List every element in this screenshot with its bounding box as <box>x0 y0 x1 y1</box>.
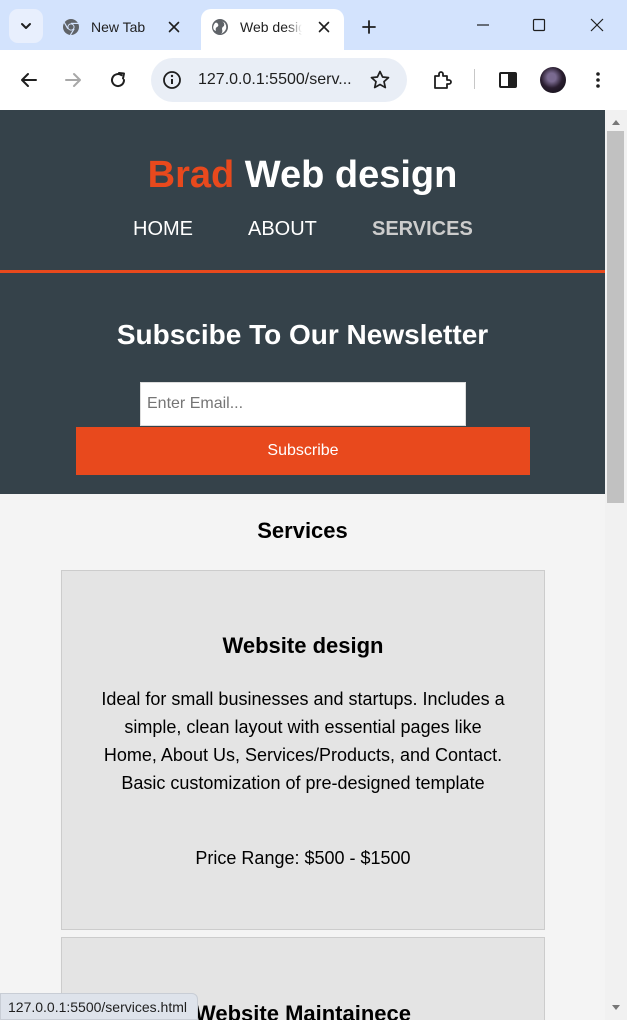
newsletter-section: Subscibe To Our Newsletter Subscribe <box>0 273 605 494</box>
close-window-button[interactable] <box>574 8 620 42</box>
globe-icon <box>212 19 228 35</box>
brand-text: Web design <box>234 154 458 196</box>
status-url-bubble: 127.0.0.1:5500/services.html <box>0 993 198 1020</box>
new-tab-button[interactable] <box>356 14 382 40</box>
arrow-right-icon <box>65 73 81 87</box>
nav-services-link[interactable]: SERVICES <box>372 218 473 241</box>
triangle-up-icon <box>612 120 620 125</box>
bookmark-star-icon[interactable] <box>369 69 391 91</box>
browser-toolbar: 127.0.0.1:5500/serv... <box>0 50 627 110</box>
service-price: Price Range: $500 - $1500 <box>195 848 411 868</box>
triangle-down-icon <box>612 1005 620 1010</box>
chevron-down-icon <box>21 23 31 29</box>
maximize-button[interactable] <box>516 8 562 42</box>
site-info-icon[interactable] <box>161 69 183 91</box>
main-nav: HOME ABOUT SERVICES <box>0 218 605 242</box>
scroll-up-button[interactable] <box>605 114 627 130</box>
site-header: Brad Web design HOME ABOUT SERVICES <box>0 110 605 273</box>
subscribe-button[interactable]: Subscribe <box>76 427 530 475</box>
address-bar[interactable]: 127.0.0.1:5500/serv... <box>151 58 407 102</box>
service-card: Website design Ideal for small businesse… <box>61 570 545 930</box>
chrome-icon <box>63 19 79 36</box>
more-vert-icon <box>596 72 600 88</box>
newsletter-title: Subscibe To Our Newsletter <box>116 319 489 350</box>
close-icon[interactable] <box>166 19 182 35</box>
puzzle-icon <box>434 71 452 89</box>
page-scrollbar[interactable] <box>605 110 627 1020</box>
close-icon <box>590 18 604 32</box>
tab-search-button[interactable] <box>9 9 43 43</box>
scroll-down-button[interactable] <box>605 1000 627 1016</box>
services-heading: Services <box>257 518 348 543</box>
profile-avatar[interactable] <box>540 67 566 93</box>
close-icon[interactable] <box>316 19 332 35</box>
tab-web-design[interactable]: Web design <box>201 9 344 50</box>
service-title: Website design <box>222 633 384 658</box>
back-button[interactable] <box>13 64 45 96</box>
email-input[interactable] <box>140 382 466 426</box>
tab-title: New Tab <box>91 19 146 35</box>
side-panel-button[interactable] <box>492 64 524 96</box>
plus-icon <box>362 20 376 34</box>
reload-icon <box>111 72 126 88</box>
page-viewport: Brad Web design HOME ABOUT SERVICES Subs… <box>0 110 605 1020</box>
brand-highlight: Brad <box>147 154 235 196</box>
tab-new-tab[interactable]: New Tab <box>52 9 194 50</box>
menu-button[interactable] <box>582 64 614 96</box>
side-panel-icon <box>499 72 517 88</box>
forward-button[interactable] <box>57 64 89 96</box>
toolbar-divider <box>474 69 475 89</box>
arrow-left-icon <box>21 73 37 87</box>
minimize-icon <box>477 24 489 26</box>
service-description: Ideal for small businesses and startups.… <box>101 689 505 793</box>
tab-title: Web design <box>240 19 302 35</box>
extensions-button[interactable] <box>426 64 458 96</box>
minimize-button[interactable] <box>460 8 506 42</box>
nav-home-link[interactable]: HOME <box>133 218 193 241</box>
scrollbar-thumb[interactable] <box>607 131 624 503</box>
reload-button[interactable] <box>102 64 134 96</box>
address-url: 127.0.0.1:5500/serv... <box>198 71 352 88</box>
maximize-icon <box>532 18 546 32</box>
nav-about-link[interactable]: ABOUT <box>248 218 317 241</box>
browser-tab-bar: New Tab Web design <box>0 0 627 50</box>
site-branding: Brad Web design <box>0 154 605 197</box>
